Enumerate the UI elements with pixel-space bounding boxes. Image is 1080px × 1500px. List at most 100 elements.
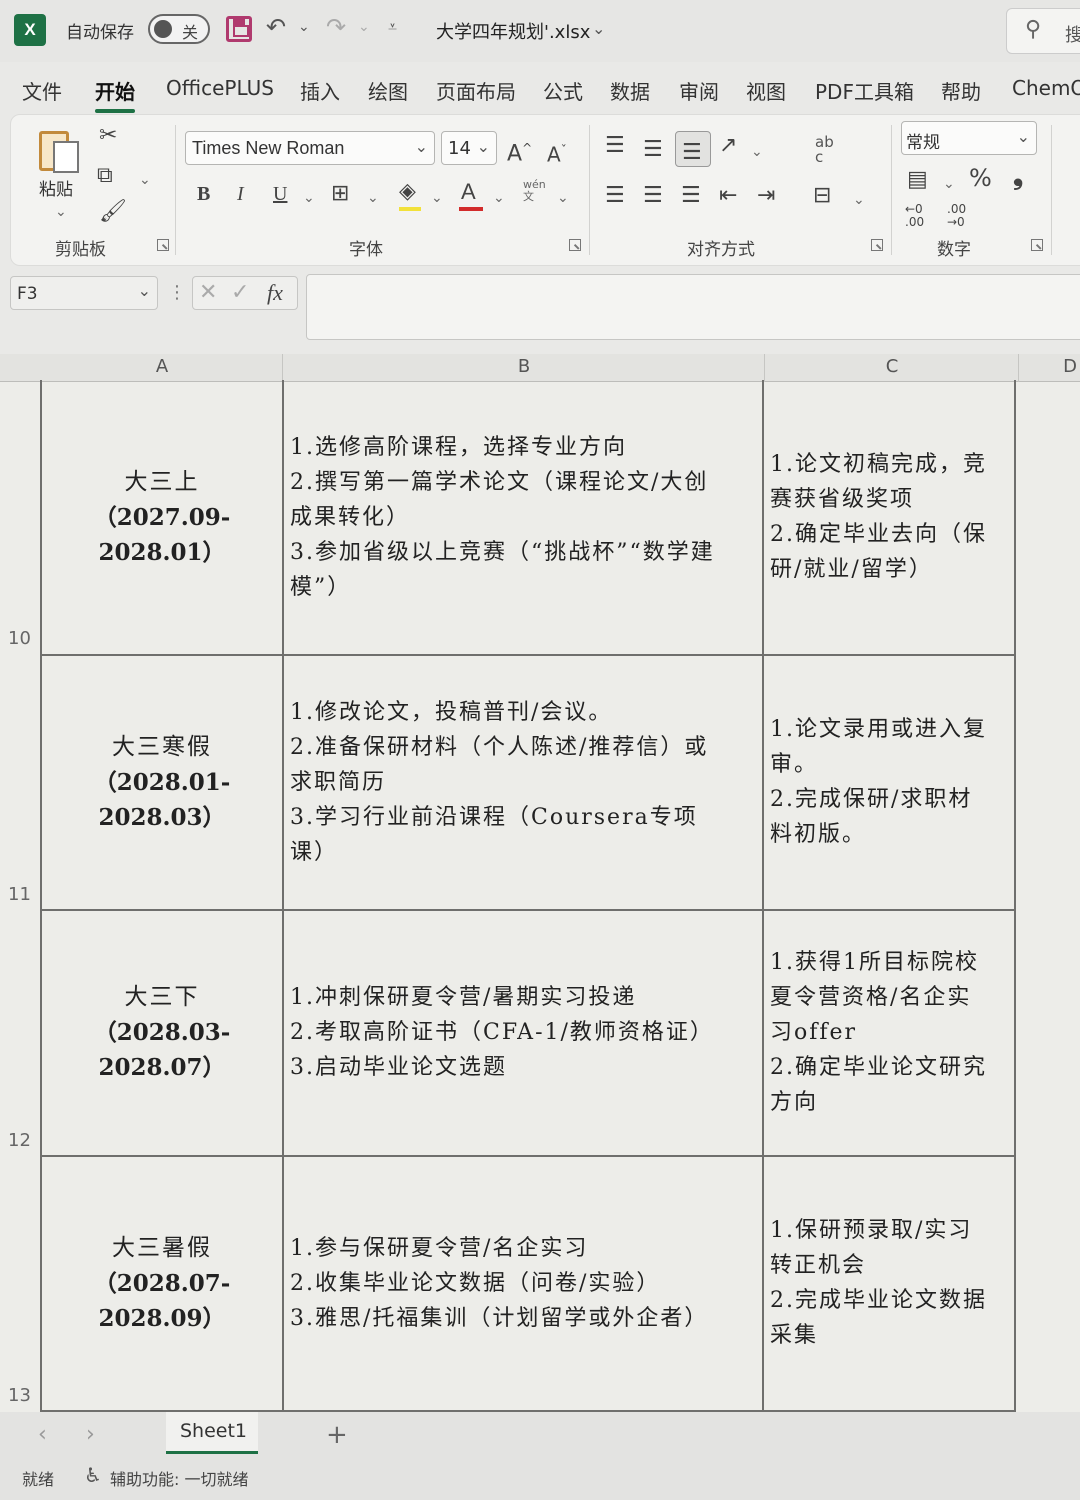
cell-c12[interactable]: 1.获得1所目标院校 夏令营资格/名企实 习offer 2.确定毕业论文研究 方… xyxy=(764,911,1014,1154)
increase-indent-icon[interactable]: ⇥ xyxy=(757,183,775,209)
prev-sheet-icon[interactable]: ‹ xyxy=(38,1422,47,1447)
font-name-dropdown[interactable]: Times New Roman ⌄ xyxy=(185,131,435,165)
bold-button[interactable]: B xyxy=(197,181,210,207)
borders-dropdown-icon[interactable]: ⌄ xyxy=(367,185,379,211)
align-top-icon[interactable]: ☰ xyxy=(605,133,625,159)
align-right-icon[interactable]: ☰ xyxy=(681,183,701,209)
name-box[interactable]: F3 ⌄ xyxy=(10,276,158,310)
wrap-text-icon[interactable]: ab c xyxy=(815,135,834,165)
tab-data[interactable]: 数据 xyxy=(610,76,650,105)
tab-pdf-tools[interactable]: PDF工具箱 xyxy=(815,76,914,105)
comma-style-button[interactable]: ❟ xyxy=(1013,163,1023,189)
accessibility-status[interactable]: 辅助功能: 一切就绪 xyxy=(110,1466,248,1490)
formula-input[interactable] xyxy=(306,274,1080,340)
paste-button[interactable]: 粘贴 xyxy=(39,175,73,200)
file-name[interactable]: 大学四年规划'.xlsx xyxy=(436,18,590,44)
filename-chevron-icon[interactable]: ⌄ xyxy=(592,14,605,44)
merge-cells-icon[interactable]: ⊟ xyxy=(813,183,831,209)
copy-dropdown-icon[interactable]: ⌄ xyxy=(139,167,151,193)
tab-review[interactable]: 审阅 xyxy=(679,76,719,105)
cell-b11[interactable]: 1.修改论文，投稿普刊/会议。 2.准备保研材料（个人陈述/推荐信）或 求职简历… xyxy=(284,656,760,908)
fill-color-icon[interactable]: ◈ xyxy=(399,179,416,205)
enter-icon[interactable]: ✓ xyxy=(231,280,249,306)
cancel-icon[interactable]: ✕ xyxy=(199,280,217,306)
cell-a11[interactable]: 大三寒假 （2028.01- 2028.03） xyxy=(44,656,280,908)
cell-c13[interactable]: 1.保研预录取/实习 转正机会 2.完成毕业论文数据 采集 xyxy=(764,1157,1014,1409)
column-header-d[interactable]: D xyxy=(1040,356,1080,377)
decrease-decimal-icon[interactable]: .00 →0 xyxy=(947,203,966,229)
column-header-b[interactable]: B xyxy=(284,356,764,377)
clipboard-launcher-icon[interactable] xyxy=(157,239,169,251)
accounting-format-icon[interactable]: ▤ xyxy=(907,167,928,193)
row-header-11[interactable]: 11 xyxy=(8,884,31,905)
redo-dropdown-icon[interactable]: ⌄ xyxy=(358,12,370,42)
tab-chemoffice[interactable]: ChemO xyxy=(1012,76,1080,100)
tab-insert[interactable]: 插入 xyxy=(300,76,340,105)
row-header-13[interactable]: 13 xyxy=(8,1385,31,1406)
tab-file[interactable]: 文件 xyxy=(22,76,62,105)
font-launcher-icon[interactable] xyxy=(569,239,581,251)
redo-icon[interactable]: ↷ xyxy=(326,12,346,42)
decrease-font-icon[interactable]: Aˇ xyxy=(547,137,567,168)
align-bottom-button[interactable]: ☰ xyxy=(675,131,711,167)
tab-draw[interactable]: 绘图 xyxy=(368,76,408,105)
tab-formulas[interactable]: 公式 xyxy=(543,76,583,105)
accounting-dropdown-icon[interactable]: ⌄ xyxy=(943,171,955,197)
row-header-12[interactable]: 12 xyxy=(8,1130,31,1151)
autosave-toggle[interactable]: 关 xyxy=(148,14,210,44)
number-format-dropdown[interactable]: 常规 ⌄ xyxy=(901,121,1037,155)
cell-a12[interactable]: 大三下 （2028.03- 2028.07） xyxy=(44,911,280,1154)
row-header-10[interactable]: 10 xyxy=(8,628,31,649)
tab-home[interactable]: 开始 xyxy=(95,76,135,113)
borders-icon[interactable]: ⊞ xyxy=(331,181,349,207)
search-box[interactable]: ⚲ 搜 xyxy=(1006,8,1080,54)
undo-icon[interactable]: ↶ xyxy=(266,12,286,42)
font-size-dropdown[interactable]: 14 ⌄ xyxy=(441,131,497,165)
format-painter-icon[interactable]: 🖌 xyxy=(99,199,127,225)
font-color-dropdown-icon[interactable]: ⌄ xyxy=(493,185,505,211)
merge-dropdown-icon[interactable]: ⌄ xyxy=(853,187,865,213)
add-sheet-icon[interactable]: + xyxy=(326,1420,348,1450)
cell-b10[interactable]: 1.选修高阶课程，选择专业方向 2.撰写第一篇学术论文（课程论文/大创 成果转化… xyxy=(284,382,760,652)
italic-button[interactable]: I xyxy=(237,181,244,207)
underline-dropdown-icon[interactable]: ⌄ xyxy=(303,185,315,211)
phonetic-icon[interactable]: wén 文 xyxy=(523,179,546,203)
orientation-icon[interactable]: ↗ xyxy=(719,133,737,159)
phonetic-dropdown-icon[interactable]: ⌄ xyxy=(557,185,569,211)
insert-function-button[interactable]: fx xyxy=(267,280,283,306)
paste-icon[interactable] xyxy=(39,125,81,175)
undo-dropdown-icon[interactable]: ⌄ xyxy=(298,12,310,42)
cell-a13[interactable]: 大三暑假 （2028.07- 2028.09） xyxy=(44,1157,280,1409)
next-sheet-icon[interactable]: › xyxy=(86,1422,95,1447)
cell-b13[interactable]: 1.参与保研夏令营/名企实习 2.收集毕业论文数据（问卷/实验） 3.雅思/托福… xyxy=(284,1157,760,1409)
percent-style-button[interactable]: % xyxy=(969,165,992,191)
cell-a10[interactable]: 大三上 （2027.09- 2028.01） xyxy=(44,382,280,652)
column-header-a[interactable]: A xyxy=(42,356,282,377)
tab-page-layout[interactable]: 页面布局 xyxy=(436,76,516,105)
align-center-icon[interactable]: ☰ xyxy=(643,183,663,209)
tab-help[interactable]: 帮助 xyxy=(941,76,981,105)
number-launcher-icon[interactable] xyxy=(1031,239,1043,251)
more-options-icon[interactable]: ⋮ xyxy=(168,280,186,306)
align-middle-icon[interactable]: ☰ xyxy=(643,137,663,163)
cell-b12[interactable]: 1.冲刺保研夏令营/暑期实习投递 2.考取高阶证书（CFA-1/教师资格证） 3… xyxy=(284,911,760,1154)
column-header-c[interactable]: C xyxy=(766,356,1018,377)
decrease-indent-icon[interactable]: ⇤ xyxy=(719,183,737,209)
orientation-dropdown-icon[interactable]: ⌄ xyxy=(751,139,763,165)
increase-font-icon[interactable]: A^ xyxy=(507,135,532,167)
tab-officeplus[interactable]: OfficePLUS xyxy=(166,76,274,100)
cell-c10[interactable]: 1.论文初稿完成，竞 赛获省级奖项 2.确定毕业去向（保 研/就业/留学） xyxy=(764,382,1014,652)
sheet-tab-sheet1[interactable]: Sheet1 xyxy=(166,1412,258,1454)
align-left-icon[interactable]: ☰ xyxy=(605,183,625,209)
paste-dropdown-icon[interactable]: ⌄ xyxy=(55,199,67,225)
cell-c11[interactable]: 1.论文录用或进入复 审。 2.完成保研/求职材 料初版。 xyxy=(764,656,1014,908)
cut-icon[interactable]: ✂ xyxy=(99,123,117,149)
copy-icon[interactable]: ⧉ xyxy=(97,163,113,189)
alignment-launcher-icon[interactable] xyxy=(871,239,883,251)
font-color-button[interactable]: A xyxy=(461,179,476,205)
underline-button[interactable]: U xyxy=(273,181,287,207)
accessibility-icon[interactable]: ♿ xyxy=(84,1463,102,1487)
tab-view[interactable]: 视图 xyxy=(746,76,786,105)
customize-toolbar-icon[interactable]: ⩡ xyxy=(388,12,397,42)
save-icon[interactable] xyxy=(226,16,252,42)
